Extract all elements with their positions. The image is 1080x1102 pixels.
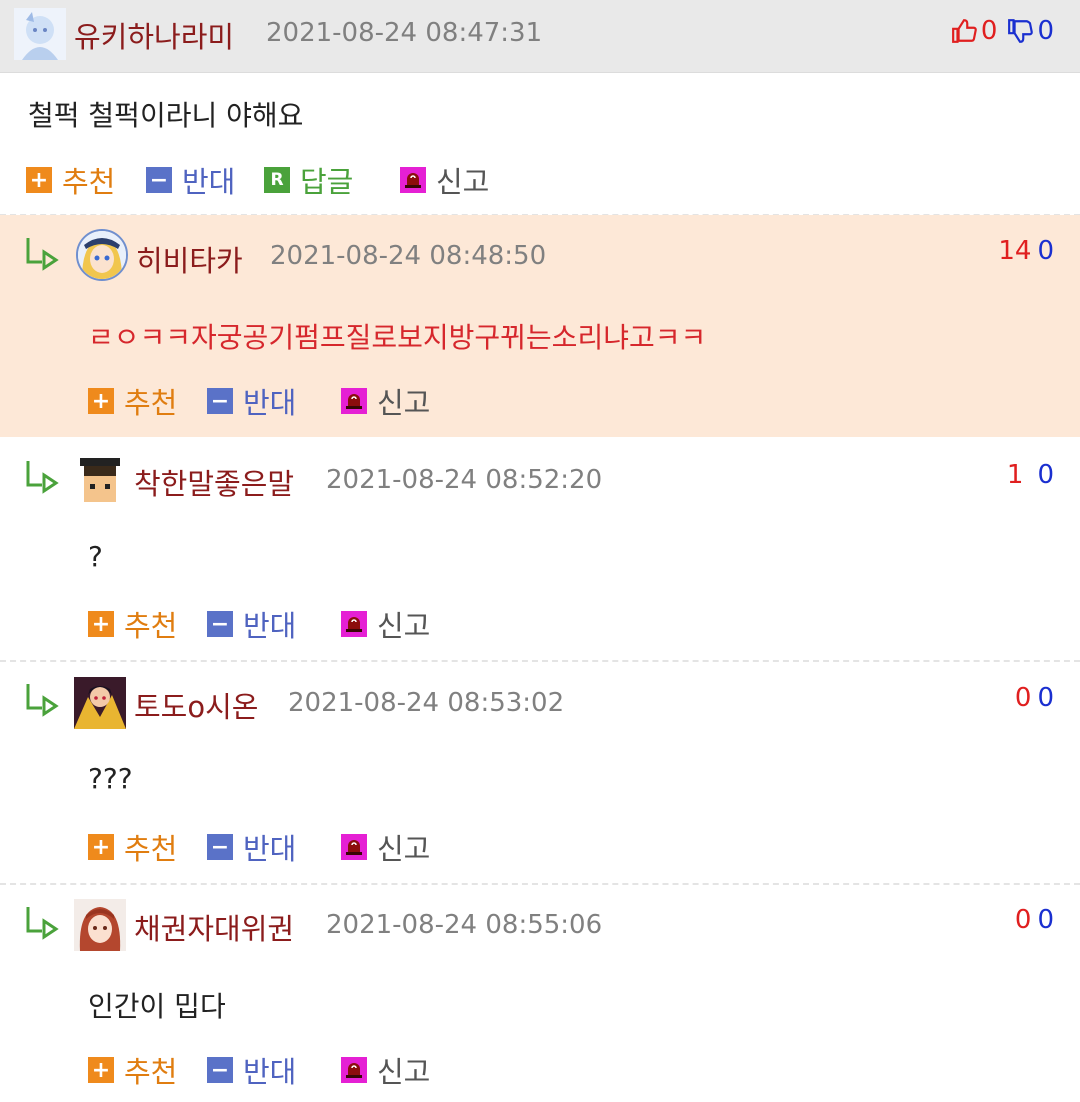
nickname[interactable]: 히비타카 <box>136 238 243 280</box>
comment-datetime: 2021-08-24 08:47:31 <box>266 18 543 48</box>
vote-counts: 14 0 <box>998 236 1054 266</box>
nickname[interactable]: 토도o시온 <box>134 684 258 726</box>
comment-datetime: 2021-08-24 08:55:06 <box>326 910 603 940</box>
plus-icon: + <box>88 388 114 414</box>
oppose-button[interactable]: − 반대 <box>207 608 296 643</box>
avatar[interactable] <box>74 899 126 951</box>
r-icon: R <box>264 167 290 193</box>
downvote-count: 0 <box>1037 905 1054 935</box>
oppose-button[interactable]: − 반대 <box>207 1054 296 1089</box>
oppose-button[interactable]: − 반대 <box>146 164 235 199</box>
plus-icon: + <box>88 611 114 637</box>
avatar[interactable] <box>76 229 128 281</box>
vote-counts: 0 0 <box>1015 905 1054 935</box>
recommend-button[interactable]: + 추천 <box>88 608 177 643</box>
plus-icon: + <box>88 834 114 860</box>
thumbs-down-icon[interactable] <box>1007 18 1034 44</box>
nickname[interactable]: 유키하나라미 <box>74 14 234 56</box>
comment-text: ??? <box>88 762 133 795</box>
plus-icon: + <box>88 1057 114 1083</box>
minus-icon: − <box>146 167 172 193</box>
minus-icon: − <box>207 834 233 860</box>
minus-icon: − <box>207 611 233 637</box>
comment-text: ㄹㅇㅋㅋ자궁공기펌프질로보지방구뀌는소리냐고ㅋㅋ <box>88 321 707 354</box>
downvote-count: 0 <box>1037 460 1054 490</box>
comment-text: 인간이 밉다 <box>88 990 226 1023</box>
recommend-button[interactable]: + 추천 <box>26 164 115 199</box>
recommend-button[interactable]: + 추천 <box>88 385 177 420</box>
divider <box>0 660 1080 662</box>
vote-counts: 0 0 <box>951 16 1054 46</box>
reply-arrow-icon <box>26 907 59 940</box>
siren-icon <box>341 1057 367 1083</box>
downvote-count: 0 <box>1037 236 1054 266</box>
reply-arrow-icon <box>26 684 59 717</box>
downvote-count: 0 <box>1037 683 1054 713</box>
recommend-button[interactable]: + 추천 <box>88 831 177 866</box>
upvote-count: 0 <box>1014 905 1032 935</box>
upvote-count: 1 <box>1006 460 1024 490</box>
siren-icon <box>341 388 367 414</box>
upvote-count: 0 <box>1014 683 1032 713</box>
oppose-button[interactable]: − 반대 <box>207 385 296 420</box>
avatar[interactable] <box>14 8 66 60</box>
siren-icon <box>341 611 367 637</box>
divider <box>0 883 1080 885</box>
comment-datetime: 2021-08-24 08:48:50 <box>270 241 547 271</box>
minus-icon: − <box>207 388 233 414</box>
avatar[interactable] <box>74 454 126 506</box>
vote-counts: 1 0 <box>1007 460 1054 490</box>
thumbs-up-icon[interactable] <box>951 18 977 44</box>
recommend-button[interactable]: + 추천 <box>88 1054 177 1089</box>
comment-text: 철퍽 철퍽이라니 야해요 <box>28 99 304 132</box>
report-button[interactable]: 신고 <box>341 385 430 420</box>
report-button[interactable]: 신고 <box>341 1054 430 1089</box>
reply-button[interactable]: R 답글 <box>264 164 353 199</box>
plus-icon: + <box>26 167 52 193</box>
siren-icon <box>400 167 426 193</box>
minus-icon: − <box>207 1057 233 1083</box>
reply-arrow-icon <box>26 461 59 494</box>
downvote-count: 0 <box>1037 16 1054 46</box>
reply-arrow-icon <box>26 238 59 271</box>
nickname[interactable]: 채권자대위권 <box>134 906 294 948</box>
report-button[interactable]: 신고 <box>341 608 430 643</box>
oppose-button[interactable]: − 반대 <box>207 831 296 866</box>
siren-icon <box>341 834 367 860</box>
comment-datetime: 2021-08-24 08:52:20 <box>326 465 603 495</box>
comment-text: ? <box>88 540 103 573</box>
upvote-count: 0 <box>980 16 998 46</box>
report-button[interactable]: 신고 <box>400 164 489 199</box>
vote-counts: 0 0 <box>1015 683 1054 713</box>
comment-datetime: 2021-08-24 08:53:02 <box>288 688 565 718</box>
upvote-count: 14 <box>998 236 1032 266</box>
avatar[interactable] <box>74 677 126 729</box>
nickname[interactable]: 착한말좋은말 <box>134 461 294 503</box>
report-button[interactable]: 신고 <box>341 831 430 866</box>
